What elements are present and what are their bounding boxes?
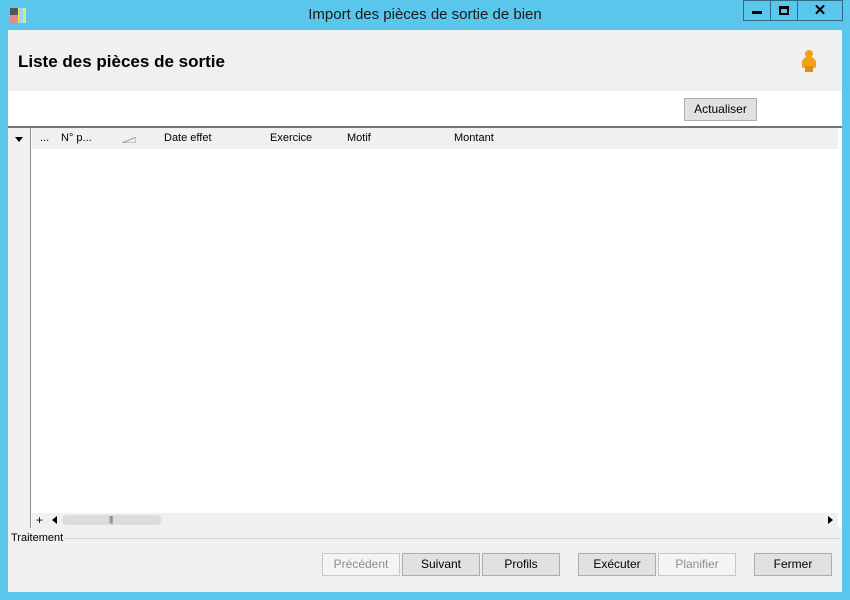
- group-label: Traitement: [11, 532, 64, 544]
- grid-footer-bar: + |||: [32, 513, 838, 528]
- column-header-reason[interactable]: Motif: [347, 132, 371, 144]
- profiles-button[interactable]: Profils: [482, 553, 560, 576]
- minimize-icon: [752, 11, 762, 14]
- close-window-button[interactable]: ✕: [797, 0, 843, 21]
- add-row-icon[interactable]: +: [36, 513, 43, 527]
- user-icon[interactable]: [800, 50, 818, 72]
- page-title: Liste des pièces de sortie: [18, 52, 225, 71]
- page-header: Liste des pièces de sortie: [8, 30, 842, 91]
- column-header-selector[interactable]: ...: [40, 132, 49, 144]
- grid-header: ... N° p... Date effet Exercice Motif Mo…: [32, 128, 838, 149]
- next-button[interactable]: Suivant: [402, 553, 480, 576]
- column-header-exercise[interactable]: Exercice: [270, 132, 312, 144]
- column-chooser-icon[interactable]: [15, 137, 23, 142]
- sort-ascending-icon: [122, 137, 136, 143]
- horizontal-scrollbar-thumb[interactable]: |||: [62, 515, 162, 525]
- execute-button[interactable]: Exécuter: [578, 553, 656, 576]
- column-header-number[interactable]: N° p...: [61, 132, 92, 144]
- footer: Traitement Précédent Suivant Profils Exé…: [8, 528, 842, 592]
- minimize-button[interactable]: [743, 0, 771, 21]
- scroll-right-icon[interactable]: [828, 516, 833, 524]
- close-button[interactable]: Fermer: [754, 553, 832, 576]
- group-divider: [64, 538, 840, 539]
- scroll-left-icon[interactable]: [52, 516, 57, 524]
- maximize-button[interactable]: [770, 0, 798, 21]
- scroll-grip-icon: |||: [109, 515, 113, 524]
- close-icon: ✕: [813, 2, 827, 19]
- refresh-button[interactable]: Actualiser: [684, 98, 757, 121]
- column-header-amount[interactable]: Montant: [454, 132, 494, 144]
- row-header-column: [8, 128, 31, 528]
- title-bar[interactable]: Import des pièces de sortie de bien ✕: [0, 0, 850, 30]
- column-header-date[interactable]: Date effet: [164, 132, 212, 144]
- application-window: Import des pièces de sortie de bien ✕ Li…: [0, 0, 850, 600]
- client-area: Liste des pièces de sortie Actualiser ..…: [8, 30, 842, 592]
- data-grid[interactable]: ... N° p... Date effet Exercice Motif Mo…: [8, 126, 842, 528]
- schedule-button[interactable]: Planifier: [658, 553, 736, 576]
- previous-button[interactable]: Précédent: [322, 553, 400, 576]
- window-title: Import des pièces de sortie de bien: [308, 6, 542, 23]
- maximize-icon: [779, 6, 789, 15]
